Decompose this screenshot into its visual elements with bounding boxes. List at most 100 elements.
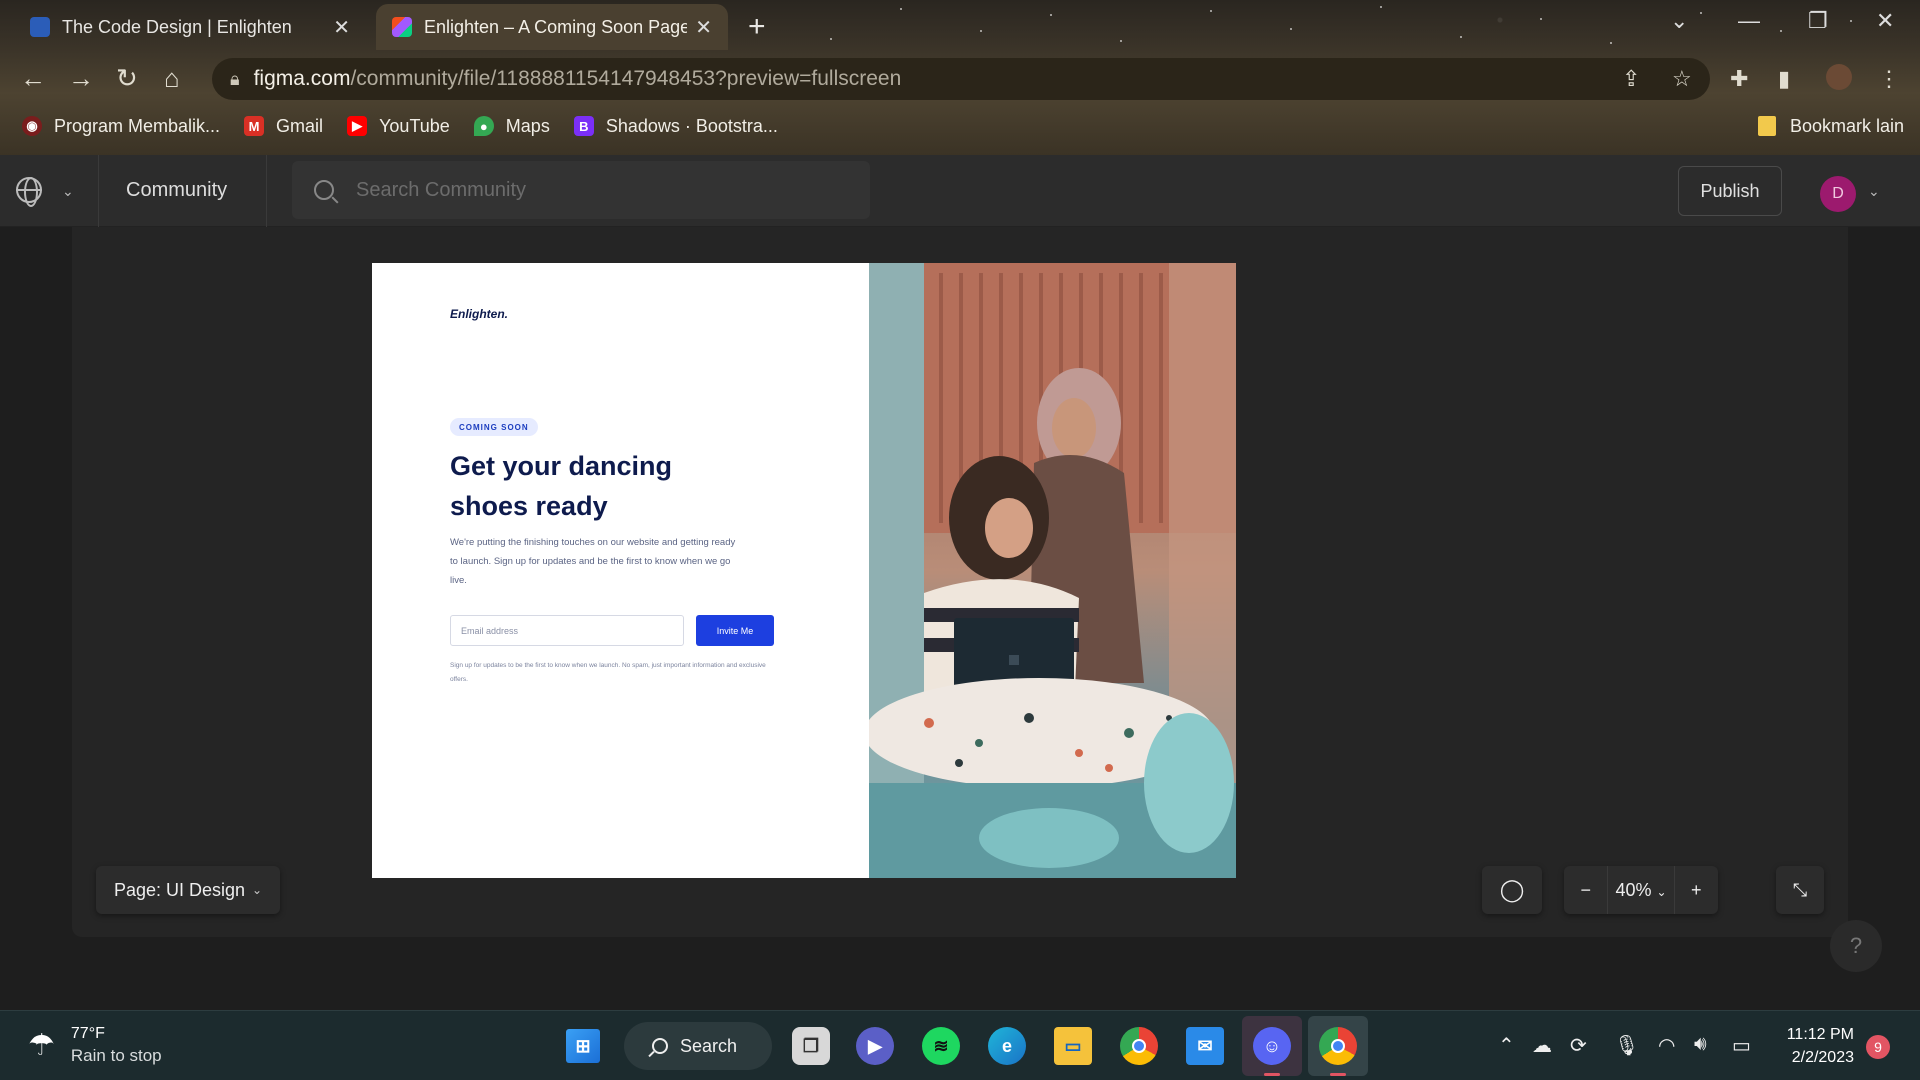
browser-chrome: The Code Design | Enlighten ✕ Enlighten …: [0, 0, 1920, 155]
globe-icon[interactable]: [16, 177, 42, 207]
share-icon[interactable]: ⇪: [1622, 66, 1640, 92]
other-bookmarks[interactable]: Bookmark lain: [1757, 108, 1904, 144]
mail-icon[interactable]: ✉: [1186, 1027, 1224, 1065]
discord-running-indicator: [1264, 1073, 1280, 1076]
toolbar-divider: [266, 155, 267, 227]
bookmark-bootstrap[interactable]: B Shadows · Bootstra...: [573, 116, 778, 137]
page-selector[interactable]: Page: UI Design ⌄: [96, 866, 280, 914]
address-bar[interactable]: 🔒︎ figma.com/community/file/118888115414…: [212, 58, 1710, 100]
edge-icon[interactable]: e: [988, 1027, 1026, 1065]
bootstrap-icon: B: [573, 116, 594, 136]
coming-soon-badge: COMING SOON: [450, 418, 538, 436]
search-icon: [652, 1038, 668, 1054]
help-button[interactable]: ?: [1830, 920, 1882, 972]
design-frame: Enlighten. COMING SOON Get your dancing …: [372, 263, 1236, 878]
task-view-icon[interactable]: ❐: [792, 1027, 830, 1065]
taskbar: ☂ 77°F Rain to stop ⊞ Search ❐ ▶ ≋ e ▭ ✉…: [0, 1010, 1920, 1080]
avatar[interactable]: D: [1820, 176, 1856, 212]
gmail-icon: M: [244, 116, 265, 136]
notification-badge[interactable]: 9: [1866, 1035, 1890, 1059]
bookmarks-bar: ◉ Program Membalik... M Gmail ▶ YouTube …: [0, 108, 1920, 144]
zoom-level[interactable]: 40% ⌄: [1607, 866, 1675, 914]
onedrive-icon[interactable]: ☁: [1532, 1033, 1552, 1058]
menu-icon[interactable]: ⋮: [1878, 66, 1900, 92]
microphone-icon[interactable]: 🎙︎: [1614, 1033, 1639, 1058]
hero-illustration: [869, 263, 1236, 878]
search-input[interactable]: [356, 178, 836, 202]
bookmark-gmail[interactable]: M Gmail: [244, 116, 323, 137]
show-hidden-icons-icon[interactable]: ⌃: [1498, 1033, 1515, 1058]
chrome-running-indicator: [1330, 1073, 1346, 1076]
teams-chat-icon[interactable]: ▶: [856, 1027, 894, 1065]
community-search[interactable]: [292, 161, 870, 219]
figma-toolbar: ⌄ Community Publish D ⌄: [0, 155, 1920, 227]
side-panel-icon[interactable]: ▮: [1778, 66, 1790, 92]
discord-icon[interactable]: ☺: [1253, 1027, 1291, 1065]
brand-logo: Enlighten.: [450, 307, 508, 321]
youtube-icon: ▶: [347, 116, 368, 136]
forward-icon[interactable]: →: [68, 63, 94, 94]
folder-icon: [1757, 116, 1776, 136]
hero-photo: [869, 263, 1236, 878]
chrome-window-icon[interactable]: [1319, 1027, 1357, 1065]
invite-button[interactable]: Invite Me: [696, 615, 774, 646]
chevron-down-icon: ⌄: [251, 883, 262, 897]
chrome-icon[interactable]: [1120, 1027, 1158, 1065]
bookmark-youtube[interactable]: ▶ YouTube: [347, 116, 450, 137]
minimize-icon[interactable]: —: [1738, 8, 1760, 34]
zoom-in-button[interactable]: +: [1675, 880, 1718, 901]
volume-icon[interactable]: 🔊︎: [1694, 1033, 1707, 1056]
exit-fullscreen-button[interactable]: ⤡: [1776, 866, 1824, 914]
bookmark-program[interactable]: ◉ Program Membalik...: [22, 116, 220, 137]
tab-search-icon[interactable]: ⌄: [1670, 8, 1688, 34]
toolbar-divider: [98, 155, 99, 227]
maps-icon: ●: [473, 116, 494, 136]
umbrella-rain-icon: ☂: [28, 1029, 55, 1062]
figma-favicon-icon: [392, 17, 412, 37]
extensions-icon[interactable]: ✚: [1730, 66, 1748, 92]
comment-icon: ◯: [1499, 877, 1525, 902]
restore-icon[interactable]: ❐: [1808, 8, 1828, 34]
search-icon: [314, 180, 334, 200]
taskbar-search[interactable]: Search: [624, 1022, 772, 1070]
file-explorer-icon[interactable]: ▭: [1054, 1027, 1092, 1065]
reload-icon[interactable]: ↻: [116, 63, 138, 94]
tab-the-code-design[interactable]: The Code Design | Enlighten ✕: [14, 4, 366, 50]
chevron-down-icon: ⌄: [1656, 885, 1667, 899]
program-icon: ◉: [22, 116, 42, 136]
chevron-down-icon[interactable]: ⌄: [62, 183, 74, 200]
bookmark-star-icon[interactable]: ☆: [1672, 66, 1692, 92]
chevron-down-icon[interactable]: ⌄: [1868, 183, 1880, 200]
landing-content: Enlighten. COMING SOON Get your dancing …: [372, 263, 869, 878]
url-host: figma.com: [253, 67, 351, 90]
zoom-controls: − 40% ⌄ +: [1564, 866, 1718, 914]
collapse-icon: ⤡: [1792, 879, 1808, 900]
weather-widget[interactable]: ☂ 77°F Rain to stop: [28, 1025, 162, 1066]
windows-start-icon[interactable]: ⊞: [566, 1029, 600, 1063]
comment-button[interactable]: ◯: [1482, 866, 1542, 914]
close-tab-icon[interactable]: ✕: [333, 15, 350, 40]
close-tab-icon[interactable]: ✕: [695, 15, 712, 40]
tab-enlighten[interactable]: Enlighten – A Coming Soon Page ✕: [376, 4, 728, 50]
spotify-icon[interactable]: ≋: [922, 1027, 960, 1065]
zoom-out-button[interactable]: −: [1564, 880, 1607, 901]
headline: Get your dancing shoes ready: [450, 451, 673, 521]
sync-icon[interactable]: ⟳: [1570, 1033, 1587, 1058]
email-field[interactable]: [450, 615, 684, 646]
battery-icon[interactable]: ▭: [1732, 1033, 1751, 1058]
fine-print: Sign up for updates to be the first to k…: [450, 662, 766, 683]
home-icon[interactable]: ⌂: [164, 63, 180, 94]
back-icon[interactable]: ←: [20, 63, 46, 94]
clock[interactable]: 11:12 PM 2/2/2023: [1782, 1023, 1854, 1069]
description: We're putting the finishing touches on o…: [450, 537, 736, 586]
lock-icon[interactable]: 🔒︎: [230, 69, 240, 90]
new-tab-icon[interactable]: +: [748, 10, 766, 44]
wifi-icon[interactable]: ◠: [1658, 1033, 1675, 1058]
bookmark-maps[interactable]: ● Maps: [473, 116, 550, 137]
profile-avatar[interactable]: [1826, 64, 1852, 90]
community-link[interactable]: Community: [126, 179, 227, 202]
publish-button[interactable]: Publish: [1678, 166, 1782, 216]
url-path: /community/file/1188881154147948453?prev…: [350, 67, 902, 90]
close-window-icon[interactable]: ✕: [1876, 8, 1894, 34]
code-design-favicon-icon: [30, 17, 50, 37]
